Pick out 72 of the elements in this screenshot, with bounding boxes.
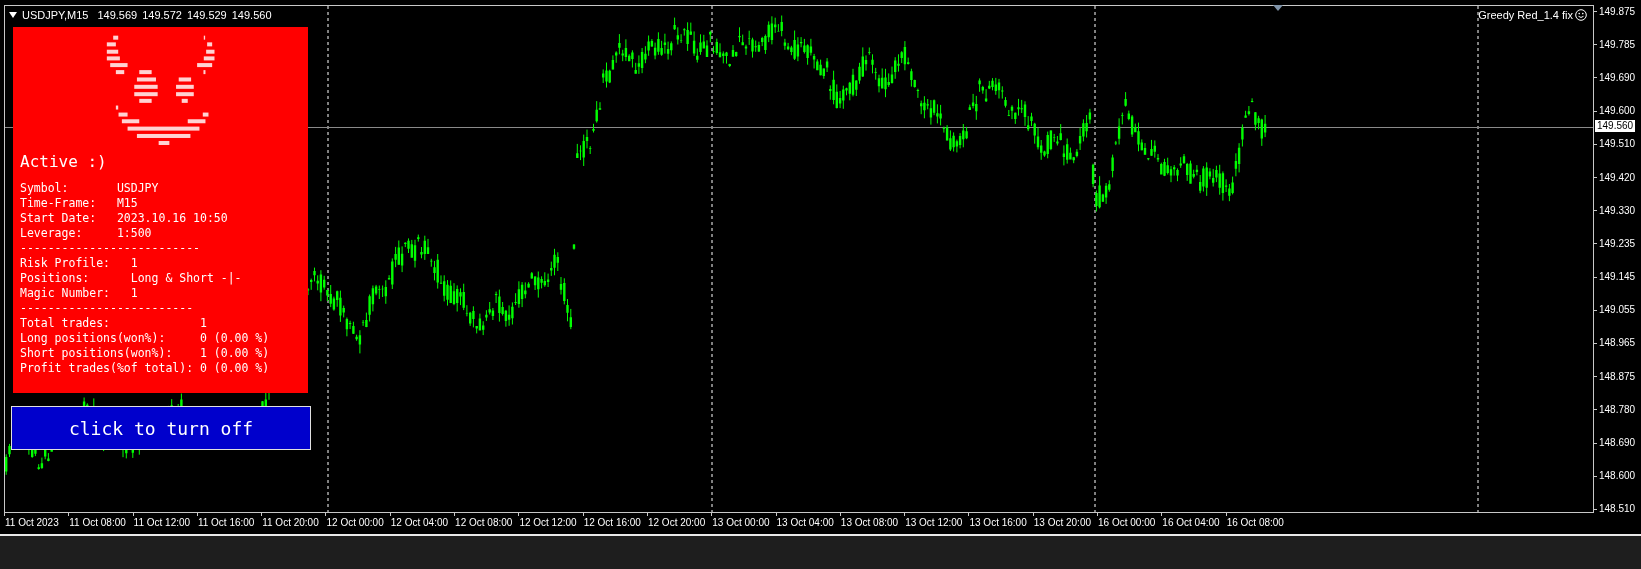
price-quote: 149.529 — [186, 8, 227, 22]
time-axis-label: 12 Oct 16:00 — [582, 516, 641, 529]
time-axis-label: 13 Oct 20:00 — [1032, 516, 1091, 529]
time-axis-label: 13 Oct 00:00 — [711, 516, 770, 529]
time-axis-label: 12 Oct 00:00 — [325, 516, 384, 529]
price-axis-label: 149.055 — [1599, 304, 1636, 317]
price-axis-label: 149.330 — [1599, 204, 1636, 217]
time-axis-label: 12 Oct 04:00 — [389, 516, 449, 529]
info-value: 1 — [130, 286, 138, 301]
info-label: Start Date: — [20, 211, 98, 226]
indicator-name: Greedy Red_1.4 fix — [1478, 8, 1573, 22]
info-label: Total trades: — [20, 316, 111, 331]
price-axis-label: 149.145 — [1599, 271, 1636, 284]
info-label: Profit trades(%of total): — [20, 361, 195, 376]
time-axis-label: 12 Oct 20:00 — [646, 516, 706, 529]
price-axis-label: 149.420 — [1599, 171, 1636, 184]
price-quote: 149.560 — [231, 8, 272, 22]
smiley-icon — [1575, 9, 1587, 21]
info-label: Symbol: — [20, 181, 70, 196]
price-axis-label: 148.875 — [1599, 370, 1636, 383]
info-label: Positions: — [20, 271, 91, 286]
info-value: 2023.10.16 10:50 — [116, 211, 228, 226]
price-axis-label: 148.780 — [1599, 403, 1636, 416]
time-axis-label: 16 Oct 08:00 — [1225, 516, 1284, 529]
time-axis-label: 16 Oct 00:00 — [1097, 516, 1156, 529]
time-axis-label: 16 Oct 04:00 — [1161, 516, 1220, 529]
info-value: USDJPY — [116, 181, 159, 196]
price-axis-label: 149.235 — [1599, 237, 1636, 250]
time-axis-label: 12 Oct 08:00 — [454, 516, 513, 529]
price-axis-label: 149.875 — [1599, 5, 1636, 18]
info-value: 0 (0.00 %) — [200, 361, 270, 376]
chart-symbol: USDJPY,M15 — [22, 8, 89, 22]
info-label: Long positions(won%): — [20, 331, 167, 346]
info-value: 0 (0.00 %) — [200, 331, 270, 346]
price-quote: 149.572 — [142, 8, 182, 22]
info-label: Leverage: — [20, 226, 84, 241]
time-axis-label: 12 Oct 12:00 — [518, 516, 577, 529]
price-axis-label: 149.785 — [1599, 38, 1636, 51]
price-axis-label: 148.965 — [1599, 337, 1636, 350]
info-label: Magic Number: — [20, 286, 111, 301]
info-value: M15 — [116, 196, 138, 211]
status-text: Active :) — [19, 152, 108, 172]
info-label: Short positions(won%): — [20, 346, 174, 361]
separator-text: ------------------------- — [20, 301, 195, 316]
time-axis-label: 13 Oct 04:00 — [775, 516, 834, 529]
time-axis-label: 13 Oct 16:00 — [968, 516, 1027, 529]
caret-icon[interactable] — [9, 12, 17, 18]
info-label: Time-Frame: — [20, 196, 98, 211]
info-value: 1 — [130, 256, 138, 271]
info-value: 1 (0.00 %) — [200, 346, 270, 361]
price-quote: 149.569 — [97, 8, 138, 22]
info-value: Long & Short -|- — [130, 271, 242, 286]
turn-off-button[interactable]: click to turn off — [11, 406, 311, 450]
time-axis-label: 11 Oct 16:00 — [196, 516, 255, 529]
time-axis-label: 11 Oct 08:00 — [68, 516, 126, 529]
time-axis-label: 13 Oct 08:00 — [839, 516, 899, 529]
price-axis-label: 148.510 — [1599, 503, 1636, 516]
price-axis-label: 149.510 — [1599, 138, 1636, 151]
info-label: Risk Profile: — [20, 256, 111, 271]
price-axis-label: 149.690 — [1599, 71, 1636, 84]
price-axis-label: 149.600 — [1599, 105, 1636, 118]
time-axis-label: 13 Oct 12:00 — [904, 516, 963, 529]
price-axis-label: 148.690 — [1599, 437, 1636, 450]
time-axis-label: 11 Oct 2023 — [4, 516, 59, 529]
current-price-label: 149.560 — [1595, 120, 1636, 132]
price-axis-label: 148.600 — [1599, 470, 1636, 483]
info-value: 1:500 — [116, 226, 152, 241]
time-axis-label: 11 Oct 12:00 — [132, 516, 191, 529]
shift-marker-icon[interactable] — [1273, 5, 1283, 11]
separator-text: -------------------------- — [20, 241, 201, 256]
info-value: 1 — [200, 316, 207, 331]
time-axis-label: 11 Oct 20:00 — [261, 516, 319, 529]
